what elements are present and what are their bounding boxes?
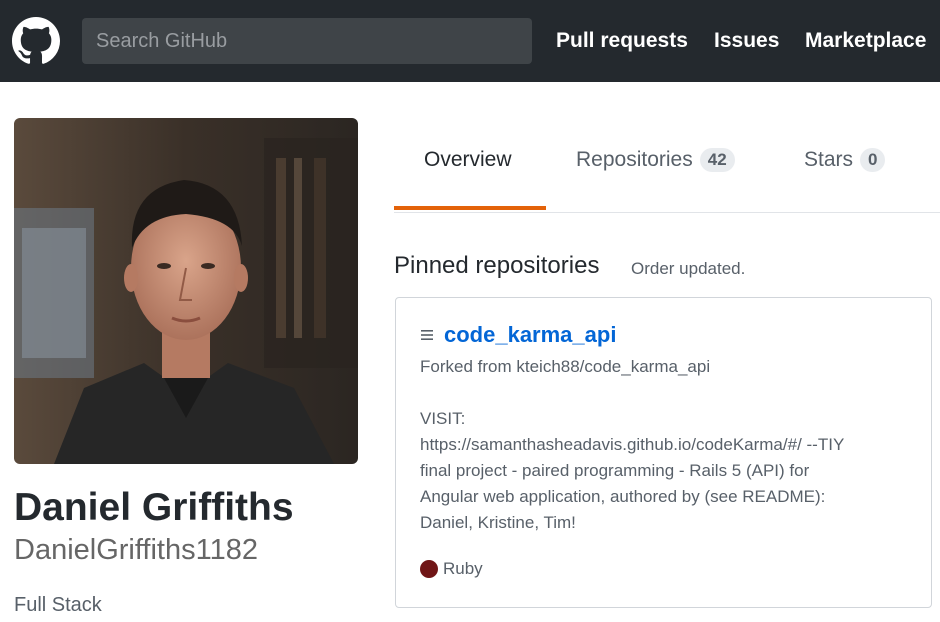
nav-marketplace-wrap: Marketplace — [805, 0, 926, 82]
forked-from-text: Forked from kteich88/code_karma_api — [420, 357, 710, 377]
nav-marketplace[interactable]: Marketplace — [805, 29, 926, 53]
pinned-repositories-heading: Pinned repositories — [394, 252, 600, 279]
profile-username: DanielGriffiths1182 — [14, 534, 258, 566]
repo-description-line: Angular web application, authored by (se… — [420, 487, 826, 506]
nav-issues-wrap: Issues — [714, 0, 779, 82]
repo-description-line: final project - paired programming - Rai… — [420, 461, 810, 480]
pinned-order-status: Order updated. — [631, 259, 746, 278]
repo-description-line: Daniel, Kristine, Tim! — [420, 513, 576, 532]
tab-stars-label: Stars — [804, 148, 854, 171]
selected-tab-underline — [394, 206, 546, 210]
profile-bio: Full Stack — [14, 594, 102, 616]
repo-description: VISIT: https://samanthasheadavis.github.… — [420, 406, 920, 536]
tab-overview-label: Overview — [424, 148, 512, 171]
repo-header: code_karma_api — [420, 322, 616, 348]
repo-language: Ruby — [420, 559, 483, 579]
repo-description-line: https://samanthasheadavis.github.io/code… — [420, 435, 845, 454]
forked-source-link[interactable]: kteich88/code_karma_api — [516, 357, 710, 376]
drag-handle-icon[interactable] — [420, 328, 434, 342]
stars-count-badge: 0 — [860, 148, 886, 172]
forked-prefix: Forked from — [420, 357, 517, 376]
tab-repositories[interactable]: Repositories 42 — [576, 148, 735, 172]
avatar[interactable] — [14, 118, 358, 464]
repo-name-link[interactable]: code_karma_api — [444, 322, 616, 348]
avatar-photo — [14, 118, 358, 464]
nav-pull-requests[interactable]: Pull requests — [556, 29, 688, 53]
repositories-count-badge: 42 — [699, 148, 735, 172]
nav-pull-requests-wrap: Pull requests — [556, 0, 688, 82]
tab-repositories-label: Repositories — [576, 148, 693, 171]
profile-full-name: Daniel Griffiths — [14, 486, 294, 529]
search-input[interactable] — [94, 28, 520, 54]
repo-language-label: Ruby — [443, 559, 483, 578]
tab-overview[interactable]: Overview — [424, 148, 512, 172]
top-navbar: Pull requests Issues Marketplace — [0, 0, 940, 82]
pinned-repo-card: code_karma_api Forked from kteich88/code… — [395, 297, 932, 608]
search-box[interactable] — [82, 18, 532, 64]
tab-stars[interactable]: Stars 0 — [804, 148, 886, 172]
profile-tabs: Overview Repositories 42 Stars 0 — [394, 118, 940, 213]
repo-description-line: VISIT: — [420, 409, 466, 428]
language-color-dot — [420, 560, 438, 578]
github-logo-icon[interactable] — [12, 17, 60, 65]
nav-issues[interactable]: Issues — [714, 29, 779, 53]
